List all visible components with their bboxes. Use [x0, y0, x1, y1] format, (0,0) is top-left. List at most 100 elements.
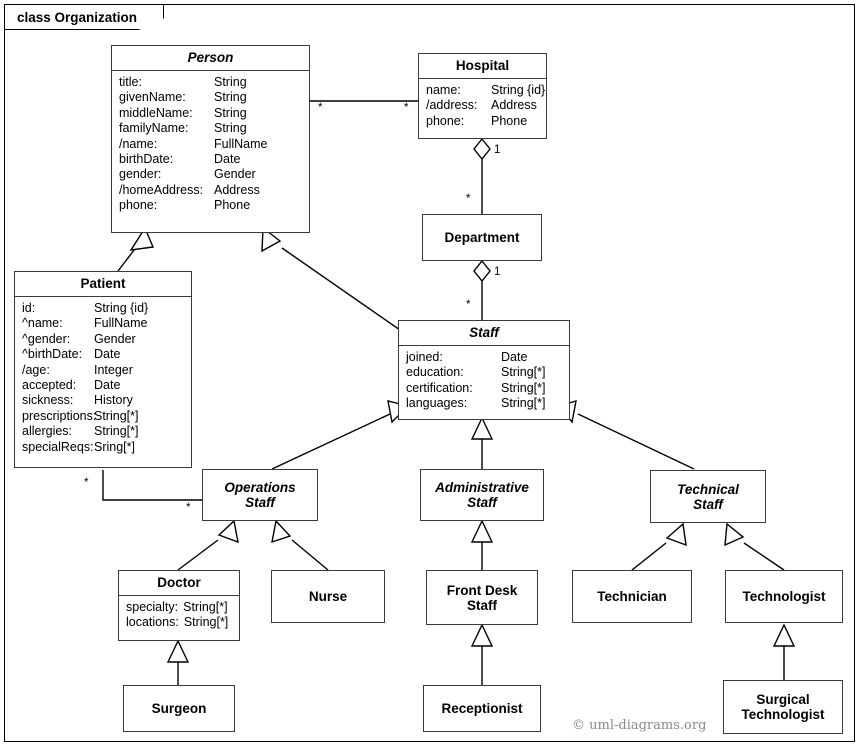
class-box-surgical-technologist[interactable]: Surgical Technologist [723, 680, 843, 734]
diagram-frame-label: class Organization [4, 4, 165, 30]
attr-name: specialReqs: [22, 439, 94, 454]
attr-type: Address [214, 182, 260, 197]
class-name-administrative-staff: Administrative Staff [435, 480, 529, 510]
class-name-technical-staff: Technical Staff [677, 481, 739, 512]
class-name-staff: Staff [399, 321, 569, 346]
attr-type: Integer [94, 362, 133, 377]
class-box-front-desk-staff[interactable]: Front Desk Staff [426, 570, 538, 625]
attr-type: String [214, 75, 247, 89]
attr-type: String[*] [183, 615, 229, 630]
attr-type: Address [491, 98, 537, 113]
attr-type: String[*] [94, 408, 139, 423]
multiplicity-hospital-department-whole: 1 [494, 144, 501, 156]
class-name-nurse: Nurse [308, 589, 348, 604]
attr-name: phone: [426, 113, 465, 128]
class-name-hospital: Hospital [419, 54, 546, 79]
class-name-operations-staff: Operations Staff [224, 480, 296, 510]
attr-name: ^name: [22, 316, 63, 331]
attr-type: Date [214, 152, 241, 167]
attr-type: String[*] [501, 380, 546, 395]
multiplicity-person-hospital-target: * [404, 102, 409, 114]
attr-name: name: [426, 83, 461, 97]
class-box-operations-staff[interactable]: Operations Staff [202, 469, 318, 521]
attr-type: Sring[*] [94, 439, 135, 454]
attr-name: /homeAddress: [119, 182, 204, 197]
attr-type: History [94, 393, 133, 408]
attr-name: /address: [426, 98, 478, 113]
class-box-department[interactable]: Department [422, 214, 542, 261]
attr-name: title: [119, 75, 142, 89]
class-attributes-hospital: name: String {id} /address: Address phone:… [419, 79, 546, 138]
attr-type: String[*] [501, 365, 546, 380]
attr-name: prescriptions: [22, 408, 97, 423]
class-name-person: Person [112, 46, 309, 71]
attr-type: FullName [94, 316, 148, 331]
class-box-surgeon[interactable]: Surgeon [123, 685, 235, 732]
attr-type: String {id} [94, 301, 149, 315]
attr-name: education: [406, 365, 464, 380]
class-name-surgeon: Surgeon [151, 701, 207, 716]
attr-name: birthDate: [119, 152, 174, 167]
multiplicity-hospital-department-part: * [466, 193, 471, 205]
uml-class-diagram: class Organization Person title: String … [0, 0, 860, 747]
class-name-doctor: Doctor [119, 571, 239, 596]
attr-name: specialty: [126, 600, 179, 614]
class-attributes-patient: id: String {id} ^name: FullName ^gender: Ge… [15, 297, 191, 467]
attr-name: accepted: [22, 378, 77, 393]
class-box-technical-staff[interactable]: Technical Staff [650, 470, 766, 523]
attr-name: languages: [406, 396, 468, 411]
multiplicity-department-staff-part: * [466, 299, 471, 311]
class-box-administrative-staff[interactable]: Administrative Staff [420, 469, 544, 521]
attr-name: phone: [119, 198, 158, 213]
class-attributes-staff: joined: Date education: String[*] certific… [399, 346, 569, 419]
class-box-technician[interactable]: Technician [572, 570, 692, 623]
attr-type: Gender [94, 331, 136, 346]
class-box-nurse[interactable]: Nurse [271, 570, 385, 623]
class-box-person[interactable]: Person title: String givenName: String mid… [111, 45, 310, 233]
attr-name: allergies: [22, 424, 73, 439]
attr-type: String [214, 121, 247, 136]
attr-type: Date [94, 378, 121, 393]
attr-name: /name: [119, 136, 158, 151]
attr-type: String [214, 105, 247, 120]
attr-type: FullName [214, 136, 268, 151]
multiplicity-patient-operations-source: * [84, 477, 89, 489]
multiplicity-person-hospital-source: * [318, 102, 323, 114]
watermark-credit: © uml-diagrams.org [572, 718, 707, 733]
attr-type: String[*] [501, 396, 546, 411]
attr-type: String [214, 90, 247, 105]
attr-name: certification: [406, 380, 473, 395]
attr-name: locations: [126, 615, 179, 630]
attr-type: Date [501, 350, 528, 364]
attr-name: familyName: [119, 121, 189, 136]
attr-name: joined: [406, 350, 443, 364]
class-box-technologist[interactable]: Technologist [725, 570, 843, 623]
class-name-patient: Patient [15, 272, 191, 297]
attr-name: /age: [22, 362, 50, 377]
class-name-technician: Technician [597, 589, 667, 604]
class-name-receptionist: Receptionist [441, 701, 523, 716]
attr-type: Phone [491, 113, 528, 128]
class-box-receptionist[interactable]: Receptionist [423, 685, 541, 732]
attr-type: String[*] [94, 424, 139, 439]
multiplicity-department-staff-whole: 1 [494, 266, 501, 278]
class-box-patient[interactable]: Patient id: String {id} ^name: FullName ^g… [14, 271, 192, 468]
attr-type: Date [94, 347, 121, 362]
attr-name: gender: [119, 167, 162, 182]
attr-name: ^gender: [22, 331, 71, 346]
class-name-surgical-technologist: Surgical Technologist [741, 692, 825, 722]
attr-name: middleName: [119, 105, 193, 120]
class-name-front-desk-staff: Front Desk Staff [446, 582, 518, 613]
class-box-hospital[interactable]: Hospital name: String {id} /address: Addre… [418, 53, 547, 139]
class-box-staff[interactable]: Staff joined: Date education: String[*] ce… [398, 320, 570, 420]
attr-type: String {id} [491, 83, 546, 97]
attr-name: id: [22, 301, 36, 315]
attr-type: String[*] [183, 600, 228, 614]
class-name-department: Department [444, 230, 520, 245]
class-name-technologist: Technologist [742, 589, 826, 604]
attr-type: Gender [214, 167, 256, 182]
attr-name: sickness: [22, 393, 74, 408]
class-attributes-person: title: String givenName: String middleName… [112, 71, 309, 232]
attr-name: ^birthDate: [22, 347, 83, 362]
class-box-doctor[interactable]: Doctor specialty: String[*] locations: Str… [118, 570, 240, 641]
